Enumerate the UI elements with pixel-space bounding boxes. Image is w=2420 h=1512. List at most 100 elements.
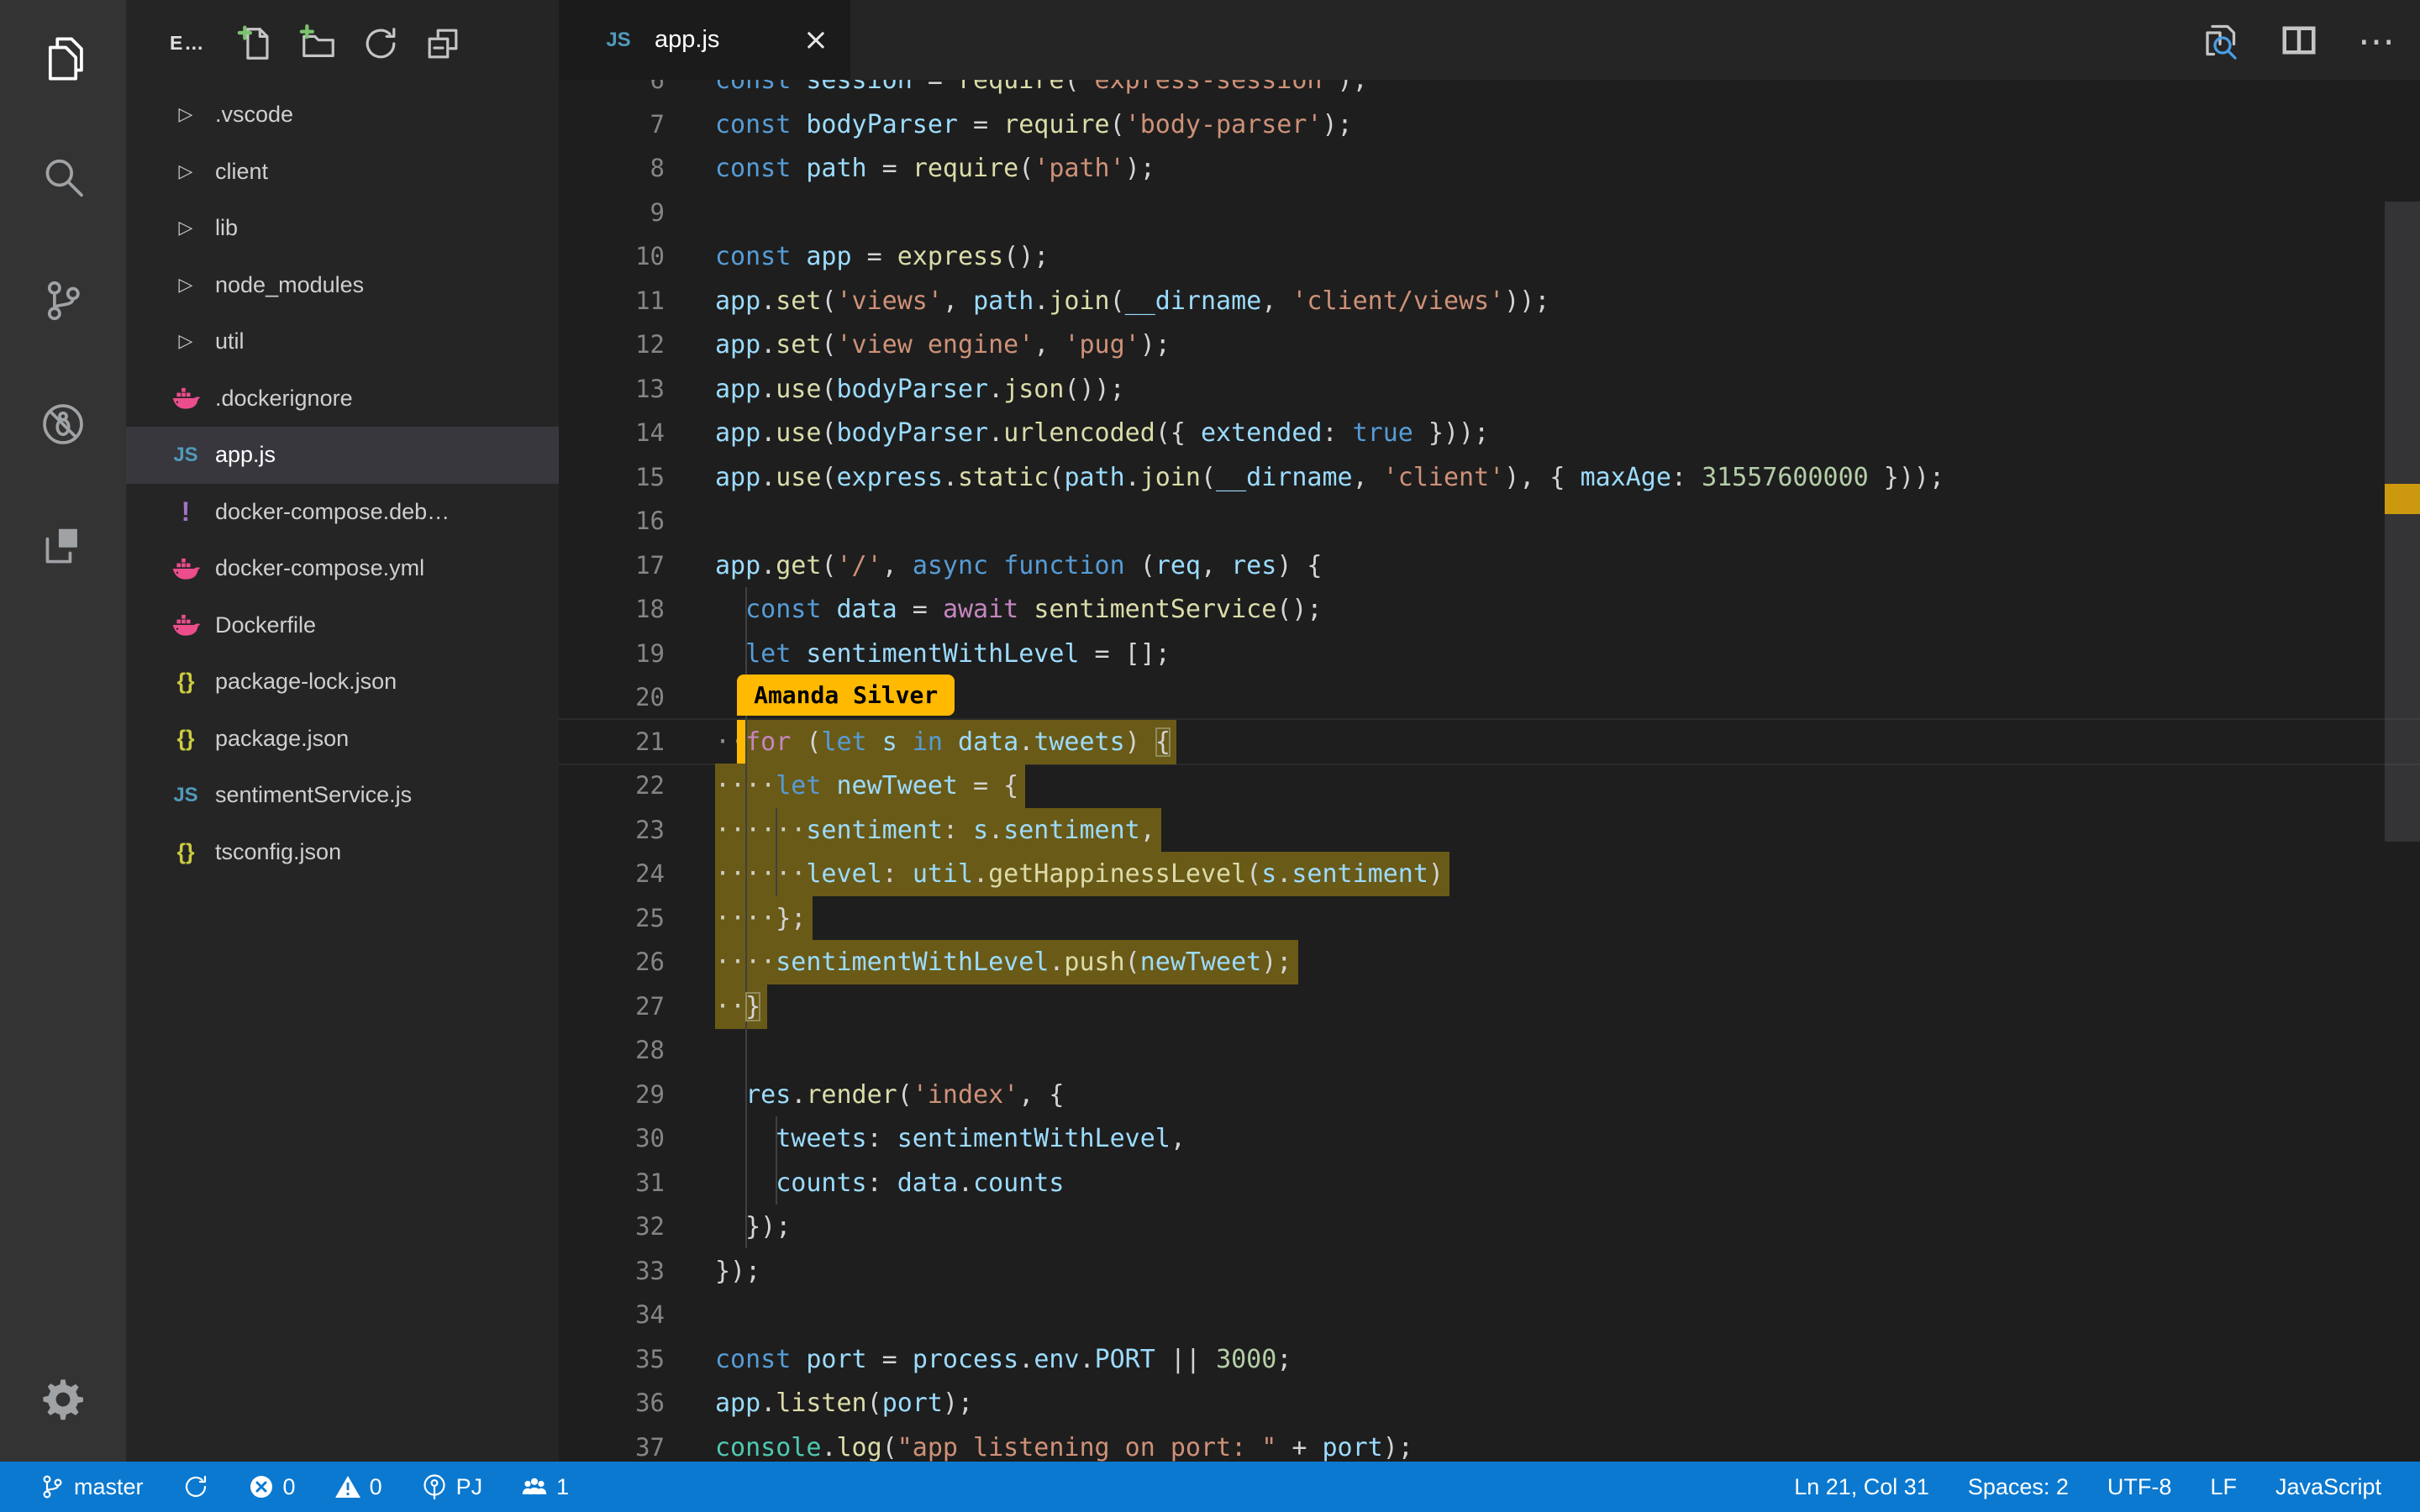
code-line-18[interactable]: 18 const data = await sentimentService()… [559,587,2420,632]
line-number: 13 [559,367,665,412]
code-text: }); [715,1249,760,1294]
line-number: 26 [559,940,665,984]
code-line-36[interactable]: 36 app.listen(port); [559,1381,2420,1425]
code-text: app.listen(port); [715,1381,973,1425]
explorer-header: E… [126,0,559,87]
status-sync[interactable] [182,1473,209,1500]
file-item-tsconfig-json[interactable]: {}tsconfig.json [126,824,559,881]
code-text: app.use(express.static(path.join(__dirna… [715,455,1944,500]
activity-explorer-icon[interactable] [0,13,126,105]
code-line-27[interactable]: 27··} [559,984,2420,1029]
file-item--dockerignore[interactable]: .dockerignore [126,370,559,428]
code-line-33[interactable]: 33}); [559,1249,2420,1294]
code-line-30[interactable]: 30 tweets: sentimentWithLevel, [559,1116,2420,1161]
collapse-folders-icon[interactable] [424,24,462,63]
file-item-sentimentservice-js[interactable]: JSsentimentService.js [126,767,559,824]
split-editor-icon[interactable] [2279,20,2319,60]
code-line-7[interactable]: 7const bodyParser = require('body-parser… [559,102,2420,147]
status-javascript[interactable]: JavaScript [2275,1474,2381,1500]
code-editor[interactable]: 6const session = require('express-sessio… [559,80,2420,1462]
status-people[interactable]: 1 [521,1473,569,1500]
line-number: 18 [559,587,665,632]
file-item-package-json[interactable]: {}package.json [126,711,559,768]
tab-app-js[interactable]: JS app.js × [559,0,850,80]
file-item-lib[interactable]: ▷lib [126,200,559,257]
file-item-client[interactable]: ▷client [126,144,559,201]
code-line-24[interactable]: 24······level: util.getHappinessLevel(s.… [559,852,2420,896]
search-editor-icon[interactable] [2200,20,2240,60]
code-text: const path = require('path'); [715,146,1155,191]
file-item-app-js[interactable]: JSapp.js [126,427,559,484]
file-label: sentimentService.js [215,782,412,808]
line-number: 36 [559,1381,665,1425]
close-tab-icon[interactable]: × [803,25,829,55]
scrollbar-thumb[interactable] [2385,202,2420,842]
code-text: const data = await sentimentService(); [715,587,1322,632]
code-line-23[interactable]: 23······sentiment: s.sentiment, [559,808,2420,853]
code-line-19[interactable]: 19 let sentimentWithLevel = []; [559,632,2420,676]
code-line-37[interactable]: 37console.log("app listening on port: " … [559,1425,2420,1462]
code-line-6[interactable]: 6const session = require('express-sessio… [559,80,2420,102]
activity-source-control-icon[interactable] [0,255,126,347]
code-line-21[interactable]: 21··for (let s in data.tweets) { [559,720,2420,764]
status-broadcast[interactable]: PJ [421,1473,483,1500]
exclaim-file-icon: ! [163,496,208,528]
code-line-16[interactable]: 16 [559,499,2420,543]
refresh-explorer-icon[interactable] [361,24,400,63]
code-text: const session = require('express-session… [715,80,1368,102]
activity-extensions-icon[interactable] [0,500,126,592]
status-git-branch[interactable]: master [39,1473,144,1500]
file-item-util[interactable]: ▷util [126,313,559,370]
code-line-8[interactable]: 8const path = require('path'); [559,146,2420,191]
status-error[interactable]: 0 [248,1473,296,1500]
code-line-22[interactable]: 22····let newTweet = { [559,764,2420,808]
status-ln-21-col-31[interactable]: Ln 21, Col 31 [1794,1474,1929,1500]
code-line-15[interactable]: 15app.use(express.static(path.join(__dir… [559,455,2420,500]
line-number: 22 [559,764,665,808]
code-text: ····}; [715,896,806,941]
code-line-12[interactable]: 12app.set('view engine', 'pug'); [559,323,2420,367]
code-line-34[interactable]: 34 [559,1293,2420,1337]
code-line-14[interactable]: 14app.use(bodyParser.urlencoded({ extend… [559,411,2420,455]
more-actions-icon[interactable]: ⋯ [2358,20,2398,60]
line-number: 25 [559,896,665,941]
status-warning[interactable]: 0 [334,1473,382,1500]
docker-file-icon [163,611,208,639]
new-file-icon[interactable] [237,24,276,63]
file-item--vscode[interactable]: ▷.vscode [126,87,559,144]
code-line-10[interactable]: 10const app = express(); [559,234,2420,279]
code-line-17[interactable]: 17app.get('/', async function (req, res)… [559,543,2420,588]
status-label: 0 [370,1474,382,1500]
new-folder-icon[interactable] [299,24,338,63]
code-line-11[interactable]: 11app.set('views', path.join(__dirname, … [559,279,2420,323]
status-left: master 0 0 PJ 1 [39,1473,569,1500]
line-number: 9 [559,191,665,235]
status-utf-8[interactable]: UTF-8 [2107,1474,2172,1500]
code-line-9[interactable]: 9 [559,191,2420,235]
code-line-13[interactable]: 13app.use(bodyParser.json()); [559,367,2420,412]
code-line-28[interactable]: 28 [559,1028,2420,1073]
code-text: ··for (let s in data.tweets) { [715,720,1171,764]
activity-debug-icon[interactable] [0,378,126,470]
code-line-29[interactable]: 29 res.render('index', { [559,1073,2420,1117]
git-branch-icon [39,1473,66,1500]
activity-settings-icon[interactable] [0,1353,126,1446]
file-item-package-lock-json[interactable]: {}package-lock.json [126,654,559,711]
code-line-35[interactable]: 35const port = process.env.PORT || 3000; [559,1337,2420,1382]
code-line-25[interactable]: 25 ····}; [559,896,2420,941]
line-number: 28 [559,1028,665,1073]
file-item-docker-compose-deb-[interactable]: !docker-compose.deb… [126,484,559,541]
code-line-31[interactable]: 31 counts: data.counts [559,1161,2420,1205]
code-line-32[interactable]: 32 }); [559,1205,2420,1249]
line-number: 10 [559,234,665,279]
tab-label: app.js [655,26,719,54]
file-item-dockerfile[interactable]: Dockerfile [126,597,559,654]
file-label: lib [215,215,238,241]
file-item-docker-compose-yml[interactable]: docker-compose.yml [126,540,559,597]
status-lf[interactable]: LF [2210,1474,2237,1500]
activity-search-icon[interactable] [0,132,126,224]
code-line-26[interactable]: 26····sentimentWithLevel.push(newTweet); [559,940,2420,984]
code-text: app.set('view engine', 'pug'); [715,323,1171,367]
status-spaces-2[interactable]: Spaces: 2 [1968,1474,2069,1500]
file-item-node-modules[interactable]: ▷node_modules [126,257,559,314]
